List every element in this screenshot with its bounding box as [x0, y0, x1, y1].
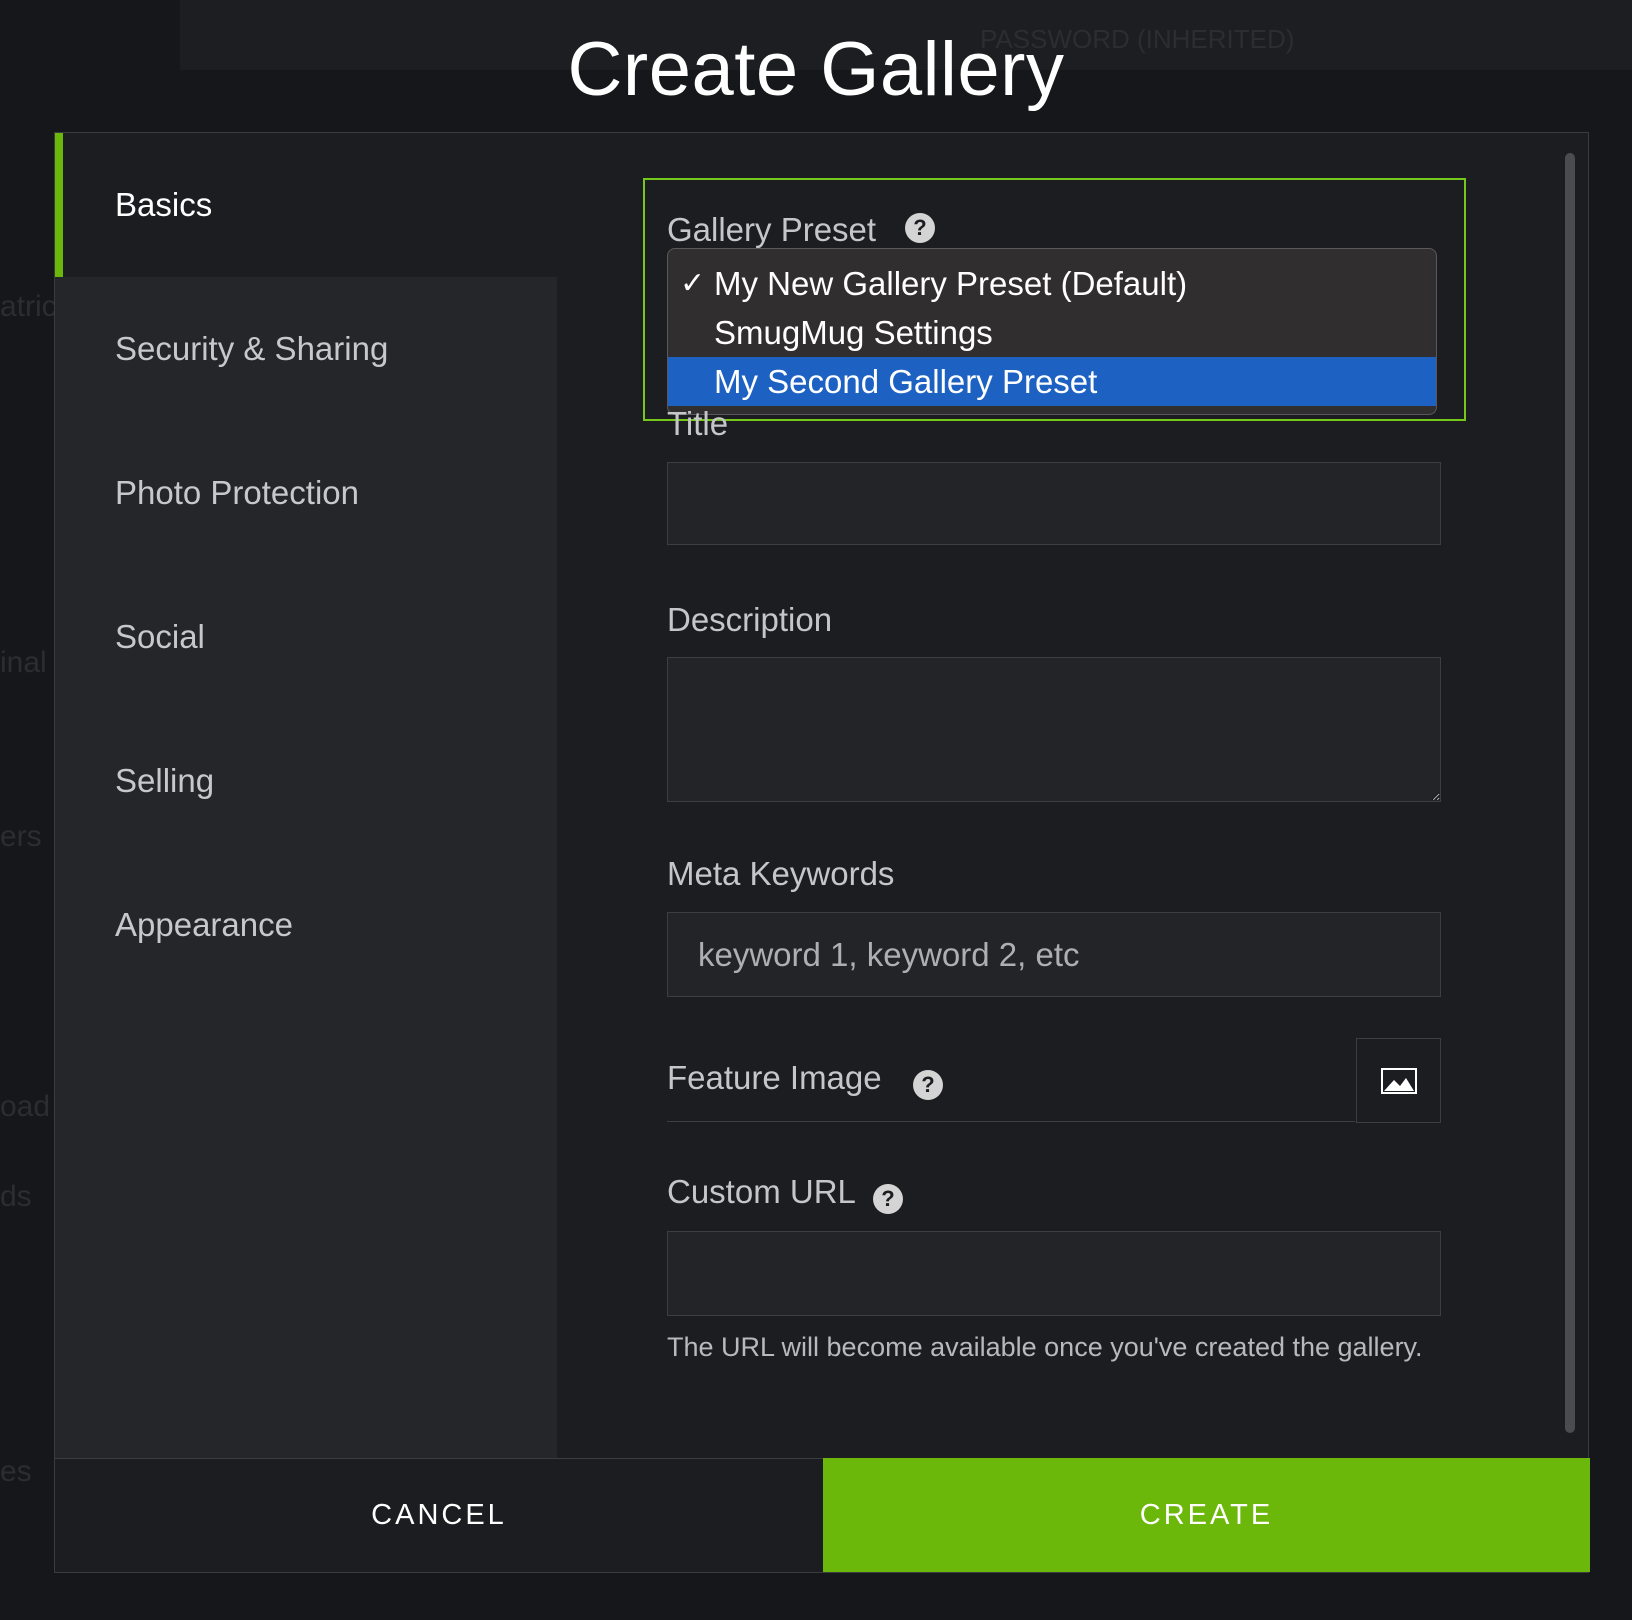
settings-sidebar: Basics Security & Sharing Photo Protecti… [55, 133, 557, 1458]
gallery-preset-label: Gallery Preset [667, 211, 877, 248]
sidebar-item-label: Basics [115, 186, 213, 223]
feature-image-button[interactable] [1356, 1038, 1441, 1123]
preset-option-label: My Second Gallery Preset [714, 362, 1098, 400]
custom-url-input[interactable] [667, 1231, 1441, 1316]
feature-image-help-icon[interactable]: ? [913, 1070, 943, 1100]
sidebar-item-label: Social [115, 618, 205, 655]
content-scrollbar[interactable] [1565, 153, 1575, 1433]
preset-option-label: SmugMug Settings [714, 313, 993, 351]
feature-image-divider [667, 1121, 1355, 1122]
custom-url-help-icon[interactable]: ? [873, 1184, 903, 1214]
background-fragment: oad [0, 1090, 51, 1123]
custom-url-hint: The URL will become available once you'v… [667, 1332, 1423, 1362]
create-gallery-modal: Basics Security & Sharing Photo Protecti… [54, 132, 1590, 1573]
description-label: Description [667, 601, 833, 638]
description-textarea[interactable] [667, 657, 1441, 802]
checkmark-icon: ✓ [680, 267, 706, 300]
feature-image-label: Feature Image [667, 1059, 882, 1096]
dialog-title: Create Gallery [567, 27, 1065, 112]
sidebar-item-appearance[interactable]: Appearance [55, 853, 557, 997]
background-fragment: ers [0, 820, 42, 853]
gallery-preset-help-icon[interactable]: ? [905, 213, 935, 243]
sidebar-item-photo-protection[interactable]: Photo Protection [55, 421, 557, 565]
meta-keywords-label: Meta Keywords [667, 855, 895, 892]
preset-option-second[interactable]: My Second Gallery Preset [668, 357, 1436, 406]
sidebar-item-label: Security & Sharing [115, 330, 389, 367]
sidebar-item-label: Appearance [115, 906, 293, 943]
sidebar-item-social[interactable]: Social [55, 565, 557, 709]
title-label: Title [667, 405, 729, 442]
image-icon [1380, 1067, 1417, 1094]
gallery-preset-dropdown-menu: ✓ My New Gallery Preset (Default) SmugMu… [667, 248, 1437, 415]
preset-option-label: My New Gallery Preset (Default) [714, 264, 1188, 302]
background-fragment: inal [0, 646, 47, 679]
background-fragment: es [0, 1455, 32, 1488]
sidebar-item-security-sharing[interactable]: Security & Sharing [55, 277, 557, 421]
sidebar-item-label: Photo Protection [115, 474, 359, 511]
meta-keywords-input[interactable] [667, 912, 1441, 997]
sidebar-item-basics[interactable]: Basics [55, 133, 557, 277]
sidebar-item-selling[interactable]: Selling [55, 709, 557, 853]
create-button[interactable]: CREATE [823, 1458, 1590, 1572]
sidebar-item-label: Selling [115, 762, 215, 799]
preset-option-smugmug-settings[interactable]: SmugMug Settings [668, 308, 1436, 357]
custom-url-label: Custom URL [667, 1173, 856, 1210]
title-input[interactable] [667, 462, 1441, 545]
background-fragment: atric [0, 290, 57, 323]
preset-option-default[interactable]: ✓ My New Gallery Preset (Default) [668, 259, 1436, 308]
cancel-button[interactable]: CANCEL [55, 1458, 823, 1572]
background-fragment: ds [0, 1180, 32, 1213]
